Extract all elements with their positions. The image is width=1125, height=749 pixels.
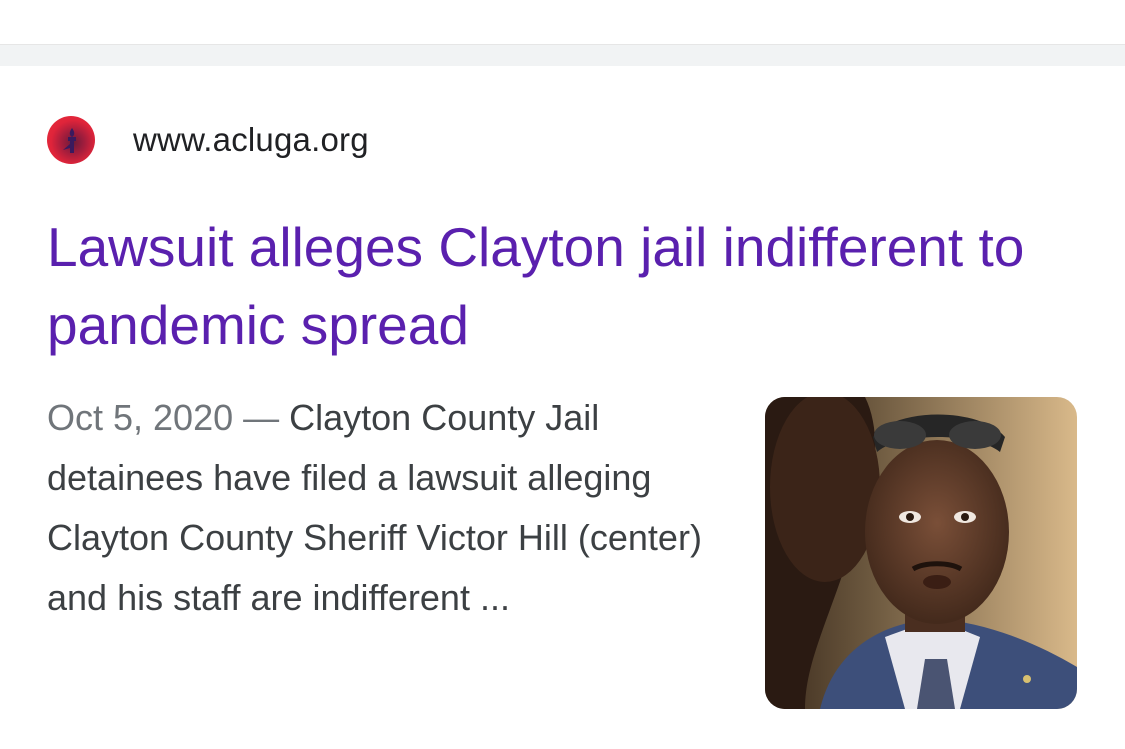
torch-icon [63,128,76,153]
result-date: Oct 5, 2020 [47,397,234,438]
date-separator: — [233,397,290,438]
top-blank-area [0,0,1125,44]
source-url[interactable]: www.acluga.org [133,121,369,159]
news-photo-thumbnail-icon [765,397,1077,709]
result-separator [0,44,1125,66]
result-title-link[interactable]: Lawsuit alleges Clayton jail indifferent… [47,208,1077,364]
aclu-favicon-icon [47,116,95,164]
search-result-card: www.acluga.org Lawsuit alleges Clayton j… [0,66,1125,749]
result-source-row[interactable]: www.acluga.org [47,116,369,164]
result-snippet: Oct 5, 2020 — Clayton County Jail detain… [47,388,717,628]
result-thumbnail[interactable] [765,397,1077,709]
